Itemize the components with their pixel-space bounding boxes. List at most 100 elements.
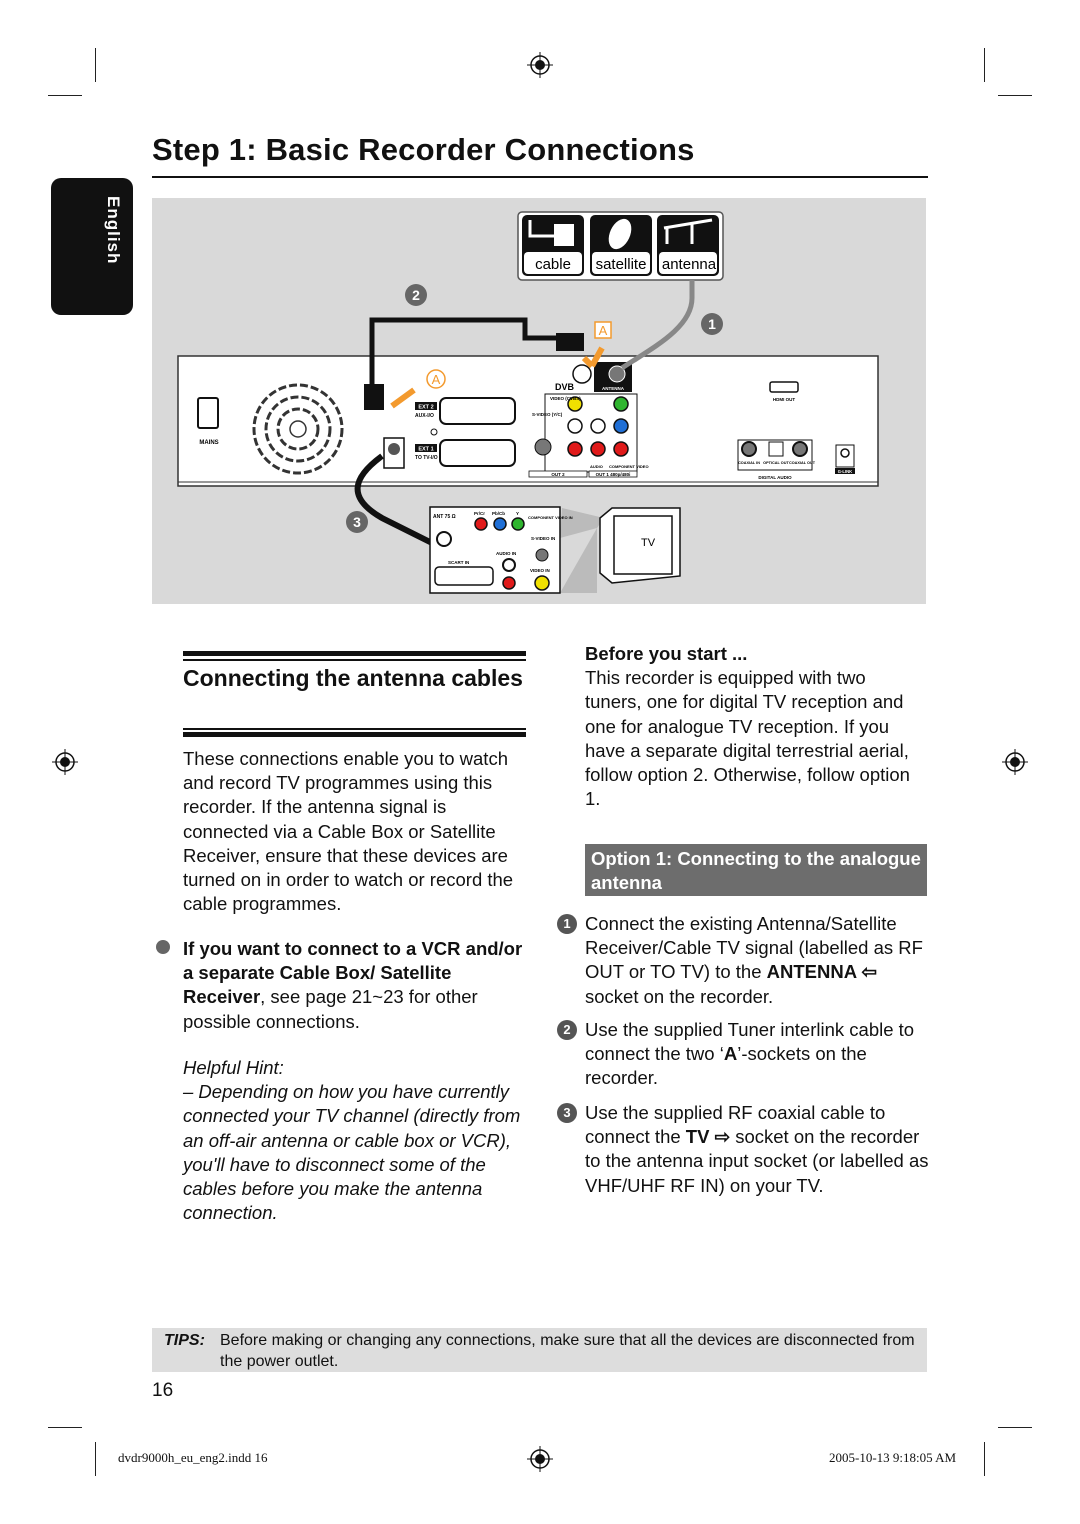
intro-paragraph: These connections enable you to watch an… <box>183 748 514 915</box>
bullet-icon <box>156 940 170 954</box>
registration-mark-icon <box>52 749 78 775</box>
tv-ant-socket-icon <box>436 531 452 547</box>
tv-pbcb-label: Pb/Cb <box>492 511 505 516</box>
coaxial-in-socket-icon <box>741 441 757 457</box>
crop-mark <box>48 1427 82 1428</box>
tv-label: TV <box>641 537 656 549</box>
crop-mark <box>95 48 96 82</box>
option-1-heading: Option 1: Connecting to the analogue ant… <box>585 844 927 896</box>
hdmi-label: HDMI OUT <box>773 397 795 402</box>
registration-mark-icon <box>1002 749 1028 775</box>
ext1-label: TO TV-I/O <box>415 455 438 461</box>
source-label-antenna: antenna <box>662 256 717 273</box>
component-pb-socket-icon <box>613 418 629 434</box>
vcr-note: If you want to connect to a VCR and/or a… <box>183 937 528 1034</box>
component-pr-socket-icon <box>613 441 629 457</box>
tips-text: Before making or changing any connection… <box>220 1332 915 1370</box>
audio-out1-l-socket-icon <box>590 418 606 434</box>
video-label: VIDEO (CVBS) <box>550 396 581 401</box>
audio-l-socket-icon <box>567 418 583 434</box>
footer-timestamp: 2005-10-13 9:18:05 AM <box>829 1450 957 1465</box>
footer-filename: dvdr9000h_eu_eng2.indd 16 <box>118 1450 268 1465</box>
tv-y-label: Y <box>516 511 519 516</box>
mains-label: MAINS <box>199 440 218 446</box>
crop-mark <box>984 48 985 82</box>
svideo-label: S-VIDEO (Y/C) <box>532 412 563 417</box>
step-bold: A <box>723 1043 738 1065</box>
audio-r-socket-icon <box>567 441 583 457</box>
tips-box: TIPS: Before making or changing any conne… <box>152 1328 927 1372</box>
registration-mark-icon <box>527 52 553 78</box>
page-number: 16 <box>152 1380 174 1401</box>
optical-out-label: OPTICAL OUT <box>763 461 789 465</box>
step-number-3: 3 <box>353 514 361 530</box>
component-label: COMPONENT VIDEO <box>609 464 649 469</box>
before-you-start: Before you start ... This recorder is equ… <box>585 642 925 811</box>
digital-audio-label: DIGITAL AUDIO <box>758 475 792 480</box>
crop-mark <box>984 1442 985 1476</box>
heading-rule <box>183 728 526 730</box>
before-title: Before you start ... <box>585 643 748 664</box>
tv-ant-label: ANT 75 Ω <box>433 514 456 520</box>
callout-a-label: A <box>599 323 608 338</box>
tv-svideo-label: S-VIDEO IN <box>531 536 555 541</box>
step-1: Connect the existing Antenna/Satellite R… <box>585 912 930 1009</box>
ext1-title-label: EXT 1 <box>418 447 433 453</box>
mains-socket-icon <box>197 397 219 429</box>
step-number-1: 1 <box>708 316 716 332</box>
step-number-2: 2 <box>557 1020 577 1040</box>
tv-prcr-label: Pr/Cr <box>474 511 485 516</box>
hint-title: Helpful Hint: <box>183 1057 284 1078</box>
before-text: This recorder is equipped with two tuner… <box>585 667 910 810</box>
ext2-label: AUX-I/O <box>415 413 434 419</box>
antenna-label: ANTENNA <box>602 386 625 391</box>
step-bold: TV ⇨ <box>685 1126 731 1148</box>
manual-page: Step 1: Basic Recorder Connections Engli… <box>0 0 1080 1524</box>
coaxial-out-socket-icon <box>792 441 808 457</box>
ext2-title-label: EXT 2 <box>418 405 433 411</box>
tv-scart-label: SCART IN <box>448 560 469 565</box>
tv-scart-socket-icon <box>434 566 494 586</box>
tv-component-label: COMPONENT VIDEO IN <box>528 515 573 520</box>
step-3: Use the supplied RF coaxial cable to con… <box>585 1101 930 1198</box>
language-tab: English <box>51 178 133 315</box>
section-heading: Connecting the antenna cables <box>183 665 523 691</box>
tv-rear-panel: ANT 75 Ω Pr/Cr Pb/Cb Y COMPONENT VIDEO I… <box>429 506 681 594</box>
hint-text: – Depending on how you have currently co… <box>183 1081 521 1224</box>
heading-rule <box>183 732 526 737</box>
step-number-1: 1 <box>557 914 577 934</box>
step-number-3: 3 <box>557 1103 577 1123</box>
tips-label: TIPS: <box>164 1332 205 1349</box>
tv-video-label: VIDEO IN <box>530 568 550 573</box>
page-title: Step 1: Basic Recorder Connections <box>152 132 695 167</box>
signal-source-box: cable satellite antenna <box>517 211 724 281</box>
coaxial-out-label: COAXIAL OUT <box>789 461 816 465</box>
title-divider <box>152 176 928 178</box>
language-label: English <box>104 196 123 265</box>
heading-rule <box>183 659 526 661</box>
step-text: socket on the recorder. <box>585 985 774 1007</box>
crop-mark <box>95 1442 96 1476</box>
optical-out-socket-icon <box>768 441 784 457</box>
heading-rule <box>183 651 526 656</box>
connection-diagram: cable satellite antenna MAINS EXT 2 EXT … <box>152 198 926 604</box>
hdmi-socket-icon <box>769 381 799 393</box>
crop-mark <box>48 95 82 96</box>
audio-label: AUDIO <box>590 464 603 469</box>
crop-mark <box>998 95 1032 96</box>
g-link-label: G-LINK <box>838 469 852 474</box>
helpful-hint: Helpful Hint: – Depending on how you have… <box>183 1056 528 1225</box>
source-label-cable: cable <box>535 256 571 273</box>
scart-ext2-icon <box>439 397 516 425</box>
registration-mark-icon <box>527 1446 553 1472</box>
coaxial-in-label: COAXIAL IN <box>738 461 760 465</box>
tv-audio-label: AUDIO IN <box>496 551 516 556</box>
out1-label: OUT 1 480p/480i <box>596 472 631 477</box>
scart-ext1-icon <box>439 439 516 467</box>
callout-a-label: A <box>432 372 441 387</box>
dvb-label: DVB <box>555 382 575 392</box>
component-y-socket-icon <box>613 396 629 412</box>
step-bold: ANTENNA ⇦ <box>766 961 878 983</box>
step-2: Use the supplied Tuner interlink cable t… <box>585 1018 930 1091</box>
out2-label: OUT 2 <box>551 472 565 477</box>
